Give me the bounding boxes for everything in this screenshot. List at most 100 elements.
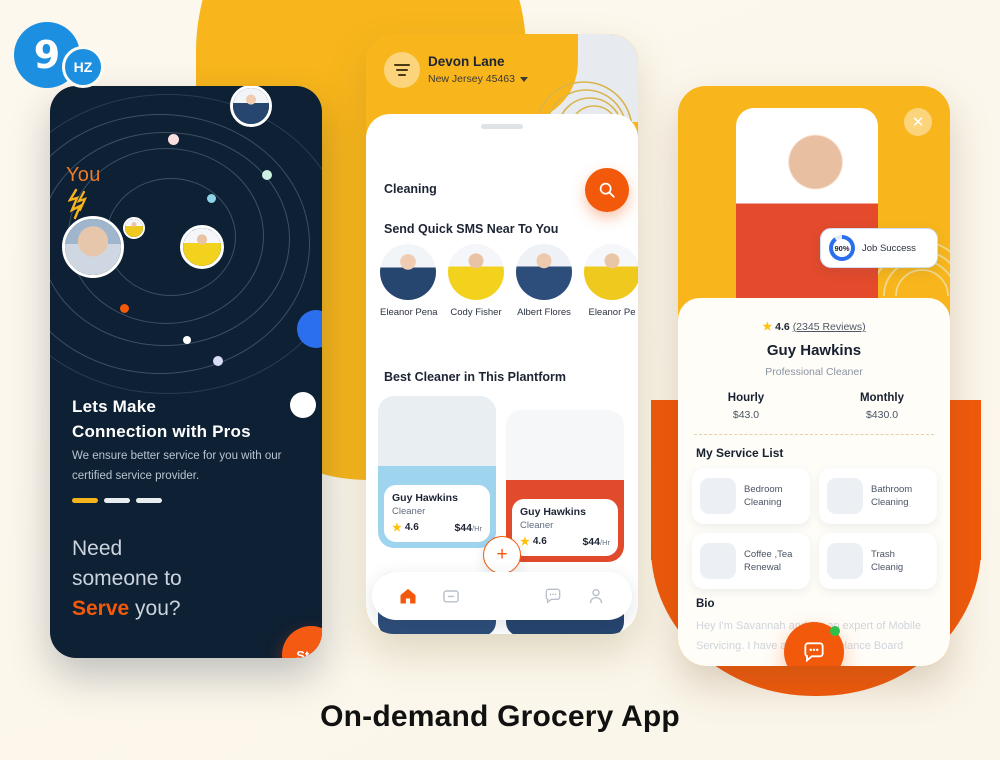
start-button[interactable]: Start	[282, 626, 322, 658]
cleaner-meta: ★ 4.6 $44/Hr	[520, 535, 610, 549]
avatar-pro-3[interactable]	[123, 217, 145, 239]
home-icon[interactable]	[398, 586, 418, 606]
price-unit: /Hr	[472, 523, 482, 533]
cleaner-name: Guy Hawkins	[392, 492, 458, 504]
service-label: Bathroom Cleaning	[871, 484, 913, 508]
cleaner-card-info: Guy Hawkins Cleaner ★ 4.6 $44/Hr	[512, 499, 618, 556]
rate-label: Hourly	[727, 392, 765, 404]
rating-value: 4.6	[532, 536, 547, 547]
service-item[interactable]: Trash Cleanig	[819, 533, 937, 589]
chevron-down-icon	[519, 76, 528, 82]
list-item[interactable]: Albert Flores	[516, 244, 572, 318]
service-label: Coffee ,Tea Renewal	[744, 549, 793, 573]
location-selector[interactable]: New Jersey 45463	[428, 73, 528, 85]
avatar	[516, 244, 572, 300]
service-label: Bedroom Cleaning	[744, 484, 783, 508]
profile-icon[interactable]	[586, 586, 606, 606]
pager-dot-3[interactable]	[136, 498, 162, 503]
profile-role: Professional Cleaner	[765, 366, 863, 378]
star-icon: ★	[762, 321, 773, 333]
price-value: $44	[582, 535, 600, 548]
cleaner-name: Guy Hawkins	[520, 506, 586, 518]
folder-icon[interactable]	[441, 586, 461, 606]
price-value: $44	[454, 521, 472, 534]
poster-canvas: You Lets Make Connection with Pros We en…	[0, 0, 1000, 760]
rate-label: Monthly	[859, 392, 905, 404]
person-name: Cody Fisher	[450, 307, 502, 318]
location-label: New Jersey 45463	[428, 73, 515, 85]
pager-dot-1[interactable]	[72, 498, 98, 503]
service-item[interactable]: Bathroom Cleaning	[819, 468, 937, 524]
job-success-percent: 90%	[834, 243, 850, 253]
cleaner-card[interactable]: Guy Hawkins Cleaner ★ 4.6 $44/Hr	[506, 410, 624, 562]
list-item[interactable]: Eleanor Pe	[584, 244, 638, 318]
sms-section-title: Send Quick SMS Near To You	[384, 222, 559, 236]
chat-icon[interactable]	[543, 586, 563, 606]
avatar-pro-1[interactable]	[230, 86, 272, 127]
add-button[interactable]: +	[483, 536, 521, 574]
orbit-dot-cyan	[207, 194, 216, 203]
onboarding-headline-line1: Lets Make	[72, 397, 157, 416]
rate-value: $43.0	[732, 409, 760, 421]
home-content-sheet: Cleaning Send Quick SMS Near To You Elea…	[366, 114, 638, 634]
onboarding-pager[interactable]	[72, 498, 162, 503]
cleaner-role: Cleaner	[392, 506, 426, 517]
profile-photo	[736, 108, 878, 316]
avatar	[448, 244, 504, 300]
service-item[interactable]: Bedroom Cleaning	[692, 468, 810, 524]
bathroom-icon	[827, 478, 863, 514]
job-success-badge: 90% Job Success	[820, 228, 938, 268]
cta-line-3-rest: you?	[129, 597, 181, 620]
price-unit: /Hr	[600, 537, 610, 547]
coffee-icon	[700, 543, 736, 579]
cta-line-1: Need	[72, 537, 123, 560]
nearby-people-row[interactable]: Eleanor Pena Cody Fisher Albert Flores E…	[380, 244, 638, 318]
cleaner-role: Cleaner	[520, 520, 554, 531]
zigzag-icon	[68, 188, 88, 220]
rating-group: ★ 4.6	[520, 535, 547, 548]
rate-monthly: Monthly $430.0	[814, 392, 950, 421]
avatar-pro-2[interactable]	[180, 225, 224, 269]
hamburger-menu-icon[interactable]	[384, 52, 420, 88]
search-icon	[599, 182, 615, 198]
search-button[interactable]	[585, 168, 629, 212]
home-topbar: Devon Lane New Jersey 45463	[366, 34, 638, 131]
star-icon: ★	[392, 522, 402, 534]
cleaner-meta: ★ 4.6 $44/Hr	[392, 521, 482, 535]
avatar-you[interactable]	[62, 216, 124, 278]
onboarding-cta-text: Need someone to Serve you?	[72, 534, 182, 624]
cta-line-2: someone to	[72, 567, 182, 590]
rate-hourly: Hourly $43.0	[678, 392, 814, 421]
cleaner-card[interactable]: Guy Hawkins Cleaner ★ 4.6 $44/Hr	[378, 396, 496, 548]
price-group: $44/Hr	[454, 522, 482, 534]
close-icon[interactable]: ✕	[904, 108, 932, 136]
rate-row: Hourly $43.0 Monthly $430.0	[678, 392, 950, 421]
person-name: Eleanor Pena	[380, 307, 438, 318]
cleaner-card-info: Guy Hawkins Cleaner ★ 4.6 $44/Hr	[384, 485, 490, 542]
sheet-grabber[interactable]	[481, 124, 523, 129]
service-list-title: My Service List	[696, 446, 784, 460]
rating-row: ★ 4.6 (2345 Reviews)	[678, 320, 950, 333]
profile-details-sheet: ★ 4.6 (2345 Reviews) Guy Hawkins Profess…	[678, 298, 950, 666]
category-title: Cleaning	[384, 182, 437, 196]
reviews-count: (2345 Reviews)	[792, 321, 866, 333]
service-list[interactable]: Bedroom Cleaning Bathroom Cleaning Coffe…	[692, 468, 938, 589]
list-item[interactable]: Cody Fisher	[448, 244, 504, 318]
service-item[interactable]: Coffee ,Tea Renewal	[692, 533, 810, 589]
list-item[interactable]: Eleanor Pena	[380, 244, 438, 318]
you-label: You	[66, 164, 101, 186]
phone-profile-screen: ✕ 90% Job Success ★ 4.6 (2345 Reviews) G…	[678, 86, 950, 666]
brand-logo[interactable]: 9 HZ	[14, 22, 122, 88]
rating-value: 4.6	[404, 522, 419, 533]
onboarding-headline: Lets Make Connection with Pros	[72, 394, 251, 444]
orbit-dot-mint	[262, 170, 272, 180]
poster-caption: On-demand Grocery App	[320, 700, 680, 733]
pager-dot-2[interactable]	[104, 498, 130, 503]
cta-highlight: Serve	[72, 597, 130, 620]
onboarding-headline-line2: Connection with Pros	[72, 422, 251, 441]
orbit-dot-white-small	[183, 336, 191, 344]
bottom-navigation[interactable]	[372, 572, 632, 620]
orbit-illustration: You	[50, 86, 322, 418]
orbit-dot-lavender	[213, 356, 223, 366]
user-name: Devon Lane	[428, 54, 505, 69]
